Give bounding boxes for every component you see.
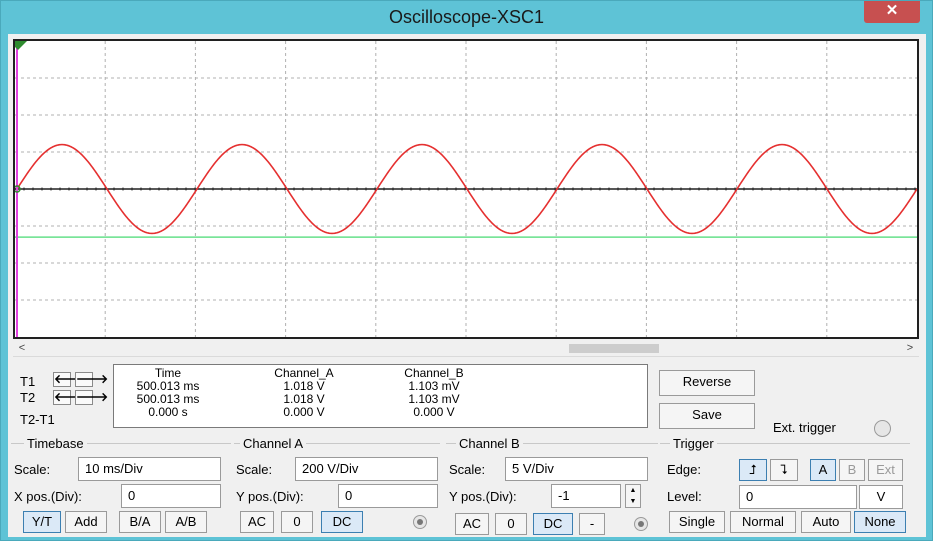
scroll-left-icon[interactable]: < <box>15 340 29 357</box>
trigger-level-label: Level: <box>667 489 702 504</box>
channel-b-scale-field[interactable]: 5 V/Div <box>505 457 648 481</box>
trigger-source-b-button[interactable]: B <box>839 459 865 481</box>
trigger-none-button[interactable]: None <box>854 511 906 533</box>
channel-a-ac-button[interactable]: AC <box>240 511 274 533</box>
channel-a-title: Channel A <box>240 436 306 451</box>
channel-b-title: Channel B <box>456 436 523 451</box>
diff-time: 0.000 s <box>148 405 188 419</box>
timebase-xpos-label: X pos.(Div): <box>14 489 82 504</box>
mode-add-button[interactable]: Add <box>65 511 107 533</box>
mode-ba-button[interactable]: B/A <box>119 511 161 533</box>
timebase-scale-label: Scale: <box>14 462 51 477</box>
scroll-thumb[interactable] <box>569 344 659 353</box>
trigger-single-button[interactable]: Single <box>669 511 725 533</box>
channel-b-minus-button[interactable]: - <box>579 513 605 535</box>
channel-a-column: Channel_A 1.018 V 1.018 V 0.000 V <box>254 367 354 419</box>
ext-trigger-terminal[interactable] <box>874 420 891 437</box>
scope-screen[interactable] <box>13 39 919 339</box>
scroll-right-icon[interactable]: > <box>903 340 917 357</box>
channel-b-scale-label: Scale: <box>449 462 486 477</box>
t2-t1-label: T2-T1 <box>20 412 55 427</box>
channel-b-zero-button[interactable]: 0 <box>495 513 527 535</box>
channel-b-terminal[interactable] <box>634 517 648 531</box>
t1-right-arrow-icon[interactable]: 🡒 <box>75 372 108 387</box>
trigger-source-ext-button[interactable]: Ext <box>868 459 903 481</box>
channel-b-ac-button[interactable]: AC <box>455 513 489 535</box>
channel-a-ypos-label: Y pos.(Div): <box>236 489 304 504</box>
close-button[interactable]: ✕ <box>864 1 920 23</box>
channel-a-scale-label: Scale: <box>236 462 273 477</box>
t1-label: T1 <box>20 374 36 389</box>
channel-a-dc-button[interactable]: DC <box>321 511 363 533</box>
channel-b-ypos-spinner[interactable]: ▲ ▼ <box>625 484 641 508</box>
channel-a-zero-button[interactable]: 0 <box>281 511 313 533</box>
client-area: < > T1 🡐 🡒 T2 🡐 🡒 T2-T1 Time 500.013 ms … <box>8 34 926 537</box>
channel-a-terminal[interactable] <box>413 515 427 529</box>
edge-rising-icon[interactable]: ⮥ <box>739 459 767 481</box>
title-bar[interactable]: Oscilloscope-XSC1 ✕ <box>1 1 932 34</box>
channel-b-ypos-label: Y pos.(Div): <box>449 489 517 504</box>
trigger-title: Trigger <box>670 436 717 451</box>
timebase-xpos-field[interactable]: 0 <box>121 484 221 508</box>
t2-left-arrow-icon[interactable]: 🡐 <box>53 390 86 405</box>
channel-a-ypos-field[interactable]: 0 <box>338 484 438 508</box>
trigger-normal-button[interactable]: Normal <box>730 511 796 533</box>
mode-ab-button[interactable]: A/B <box>165 511 207 533</box>
time-column: Time 500.013 ms 500.013 ms 0.000 s <box>118 367 218 419</box>
save-button[interactable]: Save <box>659 403 755 429</box>
scope-graticule <box>15 41 917 337</box>
trigger-source-a-button[interactable]: A <box>810 459 836 481</box>
cursor-marker-icon <box>15 41 27 50</box>
t2-right-arrow-icon[interactable]: 🡒 <box>75 390 108 405</box>
channel-b-ypos-field[interactable]: -1 <box>551 484 621 508</box>
window-title: Oscilloscope-XSC1 <box>388 7 545 27</box>
channel-b-column: Channel_B 1.103 mV 1.103 mV 0.000 V <box>384 367 484 419</box>
reverse-button[interactable]: Reverse <box>659 370 755 396</box>
edge-falling-icon[interactable]: ⮧ <box>770 459 798 481</box>
t2-label: T2 <box>20 390 36 405</box>
cursor-readout: Time 500.013 ms 500.013 ms 0.000 s Chann… <box>113 364 648 428</box>
diff-channel-a: 0.000 V <box>283 405 325 419</box>
t1-left-arrow-icon[interactable]: 🡐 <box>53 372 86 387</box>
trigger-level-unit[interactable]: V <box>859 485 903 509</box>
diff-channel-b: 0.000 V <box>413 405 455 419</box>
timebase-scale-field[interactable]: 10 ms/Div <box>78 457 221 481</box>
trigger-level-field[interactable]: 0 <box>739 485 857 509</box>
trigger-edge-label: Edge: <box>667 462 701 477</box>
timebase-title: Timebase <box>24 436 87 451</box>
ext-trigger-label: Ext. trigger <box>773 420 836 435</box>
oscilloscope-window: Oscilloscope-XSC1 ✕ < > T1 🡐 🡒 T2 🡐 🡒 T2… <box>0 0 933 541</box>
channel-a-scale-field[interactable]: 200 V/Div <box>295 457 438 481</box>
horizontal-scrollbar[interactable]: < > <box>13 340 919 357</box>
mode-yt-button[interactable]: Y/T <box>23 511 61 533</box>
channel-b-dc-button[interactable]: DC <box>533 513 573 535</box>
trigger-auto-button[interactable]: Auto <box>801 511 851 533</box>
